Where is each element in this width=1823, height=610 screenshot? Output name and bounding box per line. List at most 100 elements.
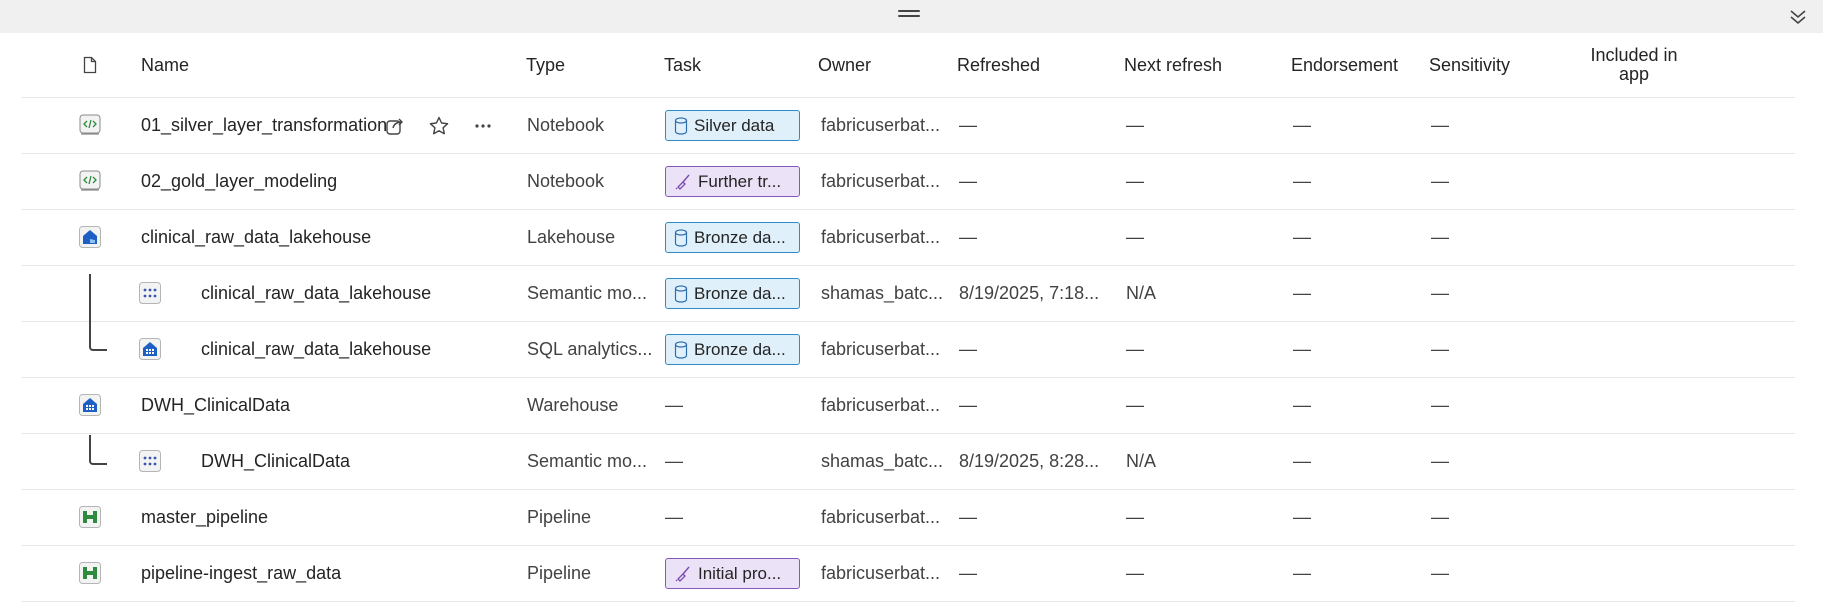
chevron-double-down-icon[interactable]	[1787, 7, 1809, 27]
task-label: Bronze da...	[694, 283, 786, 303]
notebook-icon	[78, 113, 102, 137]
table-row[interactable]: 02_gold_layer_modeling Notebook Further tr…	[22, 154, 1795, 210]
refreshed: —	[959, 115, 977, 135]
semantic-model-icon	[138, 449, 162, 473]
resize-grip-icon[interactable]	[898, 10, 920, 20]
owner: fabricuserbat...	[821, 507, 941, 527]
item-name-link[interactable]: master_pipeline	[141, 490, 268, 545]
column-header-next-refresh[interactable]: Next refresh	[1124, 33, 1222, 97]
endorsement: —	[1293, 395, 1311, 415]
share-icon[interactable]	[384, 115, 406, 137]
next-refresh: —	[1126, 171, 1144, 191]
task-empty: —	[665, 507, 683, 527]
warehouse-icon	[78, 393, 102, 417]
top-panel-bar	[0, 0, 1823, 33]
item-name-link[interactable]: clinical_raw_data_lakehouse	[201, 322, 431, 377]
next-refresh: —	[1126, 507, 1144, 527]
owner: fabricuserbat...	[821, 171, 941, 191]
column-header-sensitivity[interactable]: Sensitivity	[1429, 33, 1510, 97]
next-refresh: N/A	[1126, 451, 1157, 471]
items-table: Name Type Task Owner Refreshed Next refr…	[22, 33, 1795, 602]
item-name-link[interactable]: 01_silver_layer_transformation	[141, 98, 387, 153]
next-refresh: —	[1126, 115, 1144, 135]
tree-connector	[89, 435, 107, 465]
item-type: Semantic mo...	[527, 283, 648, 303]
table-row[interactable]: DWH_ClinicalData Semantic mo... — shamas_ba…	[22, 434, 1795, 490]
item-type: Lakehouse	[527, 227, 616, 247]
database-icon	[674, 116, 694, 135]
task-label: Silver data	[694, 115, 775, 135]
refreshed: 8/19/2025, 7:18...	[959, 283, 1100, 303]
task-badge[interactable]: Bronze da...	[665, 334, 800, 365]
task-cell: Bronze da...	[665, 210, 800, 265]
task-badge[interactable]: Silver data	[665, 110, 800, 141]
item-type: Notebook	[527, 115, 605, 135]
item-name-link[interactable]: 02_gold_layer_modeling	[141, 154, 337, 209]
next-refresh: N/A	[1126, 283, 1157, 303]
endorsement: —	[1293, 339, 1311, 359]
row-actions	[384, 98, 494, 153]
included-in-app-line1: Included in	[1590, 45, 1678, 65]
table-row[interactable]: 01_silver_layer_transformation Notebook Si…	[22, 98, 1795, 154]
table-row[interactable]: pipeline-ingest_raw_data Pipeline Initial …	[22, 546, 1795, 602]
table-row[interactable]: master_pipeline Pipeline — fabricuserbat...…	[22, 490, 1795, 546]
column-header-included-in-app[interactable]: Included in app	[1574, 33, 1694, 97]
item-name-link[interactable]: clinical_raw_data_lakehouse	[141, 210, 371, 265]
task-badge[interactable]: Further tr...	[665, 166, 800, 197]
owner: fabricuserbat...	[821, 563, 941, 583]
table-row[interactable]: clinical_raw_data_lakehouse SQL analytics…	[22, 322, 1795, 378]
item-name-link[interactable]: DWH_ClinicalData	[201, 434, 350, 489]
column-header-refreshed[interactable]: Refreshed	[957, 33, 1040, 97]
table-row[interactable]: clinical_raw_data_lakehouse Semantic mo..…	[22, 266, 1795, 322]
next-refresh: —	[1126, 563, 1144, 583]
sensitivity: —	[1431, 507, 1449, 527]
database-icon	[674, 228, 694, 247]
sensitivity: —	[1431, 171, 1449, 191]
item-name-link[interactable]: DWH_ClinicalData	[141, 378, 290, 433]
table-row[interactable]: clinical_raw_data_lakehouse Lakehouse Bron…	[22, 210, 1795, 266]
table-row[interactable]: DWH_ClinicalData Warehouse — fabricuserbat.…	[22, 378, 1795, 434]
item-name-link[interactable]: pipeline-ingest_raw_data	[141, 546, 341, 601]
sensitivity: —	[1431, 227, 1449, 247]
favorite-star-icon[interactable]	[428, 115, 450, 137]
database-icon	[674, 340, 694, 359]
item-type: SQL analytics...	[527, 339, 653, 359]
endorsement: —	[1293, 227, 1311, 247]
endorsement: —	[1293, 563, 1311, 583]
item-name-link[interactable]: clinical_raw_data_lakehouse	[201, 266, 431, 321]
column-header-endorsement[interactable]: Endorsement	[1291, 33, 1398, 97]
task-badge[interactable]: Bronze da...	[665, 222, 800, 253]
task-cell: Initial pro...	[665, 546, 800, 601]
endorsement: —	[1293, 283, 1311, 303]
owner: fabricuserbat...	[821, 339, 941, 359]
refreshed: —	[959, 171, 977, 191]
table-body: 01_silver_layer_transformation Notebook Si…	[22, 98, 1795, 602]
semantic-model-icon	[138, 281, 162, 305]
included-in-app-line2: app	[1618, 64, 1650, 84]
task-cell: Bronze da...	[665, 266, 800, 321]
sql-endpoint-icon	[138, 337, 162, 361]
endorsement: —	[1293, 171, 1311, 191]
pipeline-icon	[78, 561, 102, 585]
brush-icon	[674, 565, 698, 583]
column-header-name[interactable]: Name	[141, 33, 189, 97]
column-header-type[interactable]: Type	[526, 33, 565, 97]
column-header-owner[interactable]: Owner	[818, 33, 871, 97]
owner: shamas_batc...	[821, 283, 944, 303]
task-badge[interactable]: Initial pro...	[665, 558, 800, 589]
next-refresh: —	[1126, 395, 1144, 415]
task-cell: Further tr...	[665, 154, 800, 209]
task-cell: Bronze da...	[665, 322, 800, 377]
task-cell: Silver data	[665, 98, 800, 153]
task-badge[interactable]: Bronze da...	[665, 278, 800, 309]
endorsement: —	[1293, 115, 1311, 135]
owner: fabricuserbat...	[821, 227, 941, 247]
item-type: Warehouse	[527, 395, 619, 415]
refreshed: —	[959, 563, 977, 583]
task-label: Bronze da...	[694, 227, 786, 247]
column-header-task[interactable]: Task	[664, 33, 701, 97]
brush-icon	[674, 173, 698, 191]
more-options-icon[interactable]	[472, 115, 494, 137]
next-refresh: —	[1126, 227, 1144, 247]
task-empty: —	[665, 451, 683, 471]
